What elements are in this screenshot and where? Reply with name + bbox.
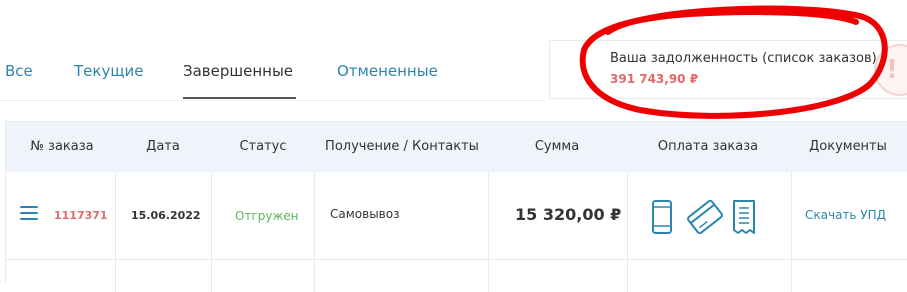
order-tabs: Все Текущие Завершенные Отмененные: [0, 0, 545, 101]
table-row: 1117371 15.06.2022 Отгружен Самовывоз 15…: [6, 172, 907, 260]
order-status: Отгружен: [235, 209, 299, 223]
debt-label[interactable]: Ваша задолженность (список заказов): [610, 51, 877, 66]
table-header: № заказа Дата Статус Получение / Контакт…: [6, 122, 907, 172]
download-upd-link[interactable]: Скачать УПД: [805, 208, 886, 222]
order-date: 15.06.2022: [131, 209, 201, 222]
alert-mark: !: [886, 55, 898, 85]
header-delivery: Получение / Контакты: [325, 139, 479, 154]
header-status: Статус: [239, 139, 287, 154]
active-tab-underline: [183, 97, 296, 99]
table-row: [6, 260, 907, 290]
header-order-number: № заказа: [30, 139, 94, 154]
debt-panel[interactable]: [549, 40, 907, 99]
tab-current[interactable]: Текущие: [74, 62, 143, 80]
order-sum: 15 320,00 ₽: [515, 205, 622, 224]
debt-amount: 391 743,90 ₽: [610, 72, 699, 86]
phone-icon[interactable]: [651, 199, 673, 235]
tab-all[interactable]: Все: [5, 62, 33, 80]
orders-table: № заказа Дата Статус Получение / Контакт…: [5, 121, 907, 292]
credit-card-icon[interactable]: [686, 199, 724, 235]
receipt-icon[interactable]: [731, 199, 757, 235]
tab-cancelled[interactable]: Отмененные: [337, 62, 438, 80]
header-payment: Оплата заказа: [657, 139, 759, 154]
order-delivery: Самовывоз: [330, 207, 400, 221]
header-sum: Сумма: [534, 139, 580, 154]
header-date: Дата: [146, 139, 180, 154]
header-documents: Документы: [809, 139, 887, 154]
order-number[interactable]: 1117371: [54, 209, 108, 222]
tab-completed[interactable]: Завершенные: [183, 62, 293, 80]
menu-icon[interactable]: [20, 206, 38, 222]
tabs-divider: [0, 100, 545, 101]
